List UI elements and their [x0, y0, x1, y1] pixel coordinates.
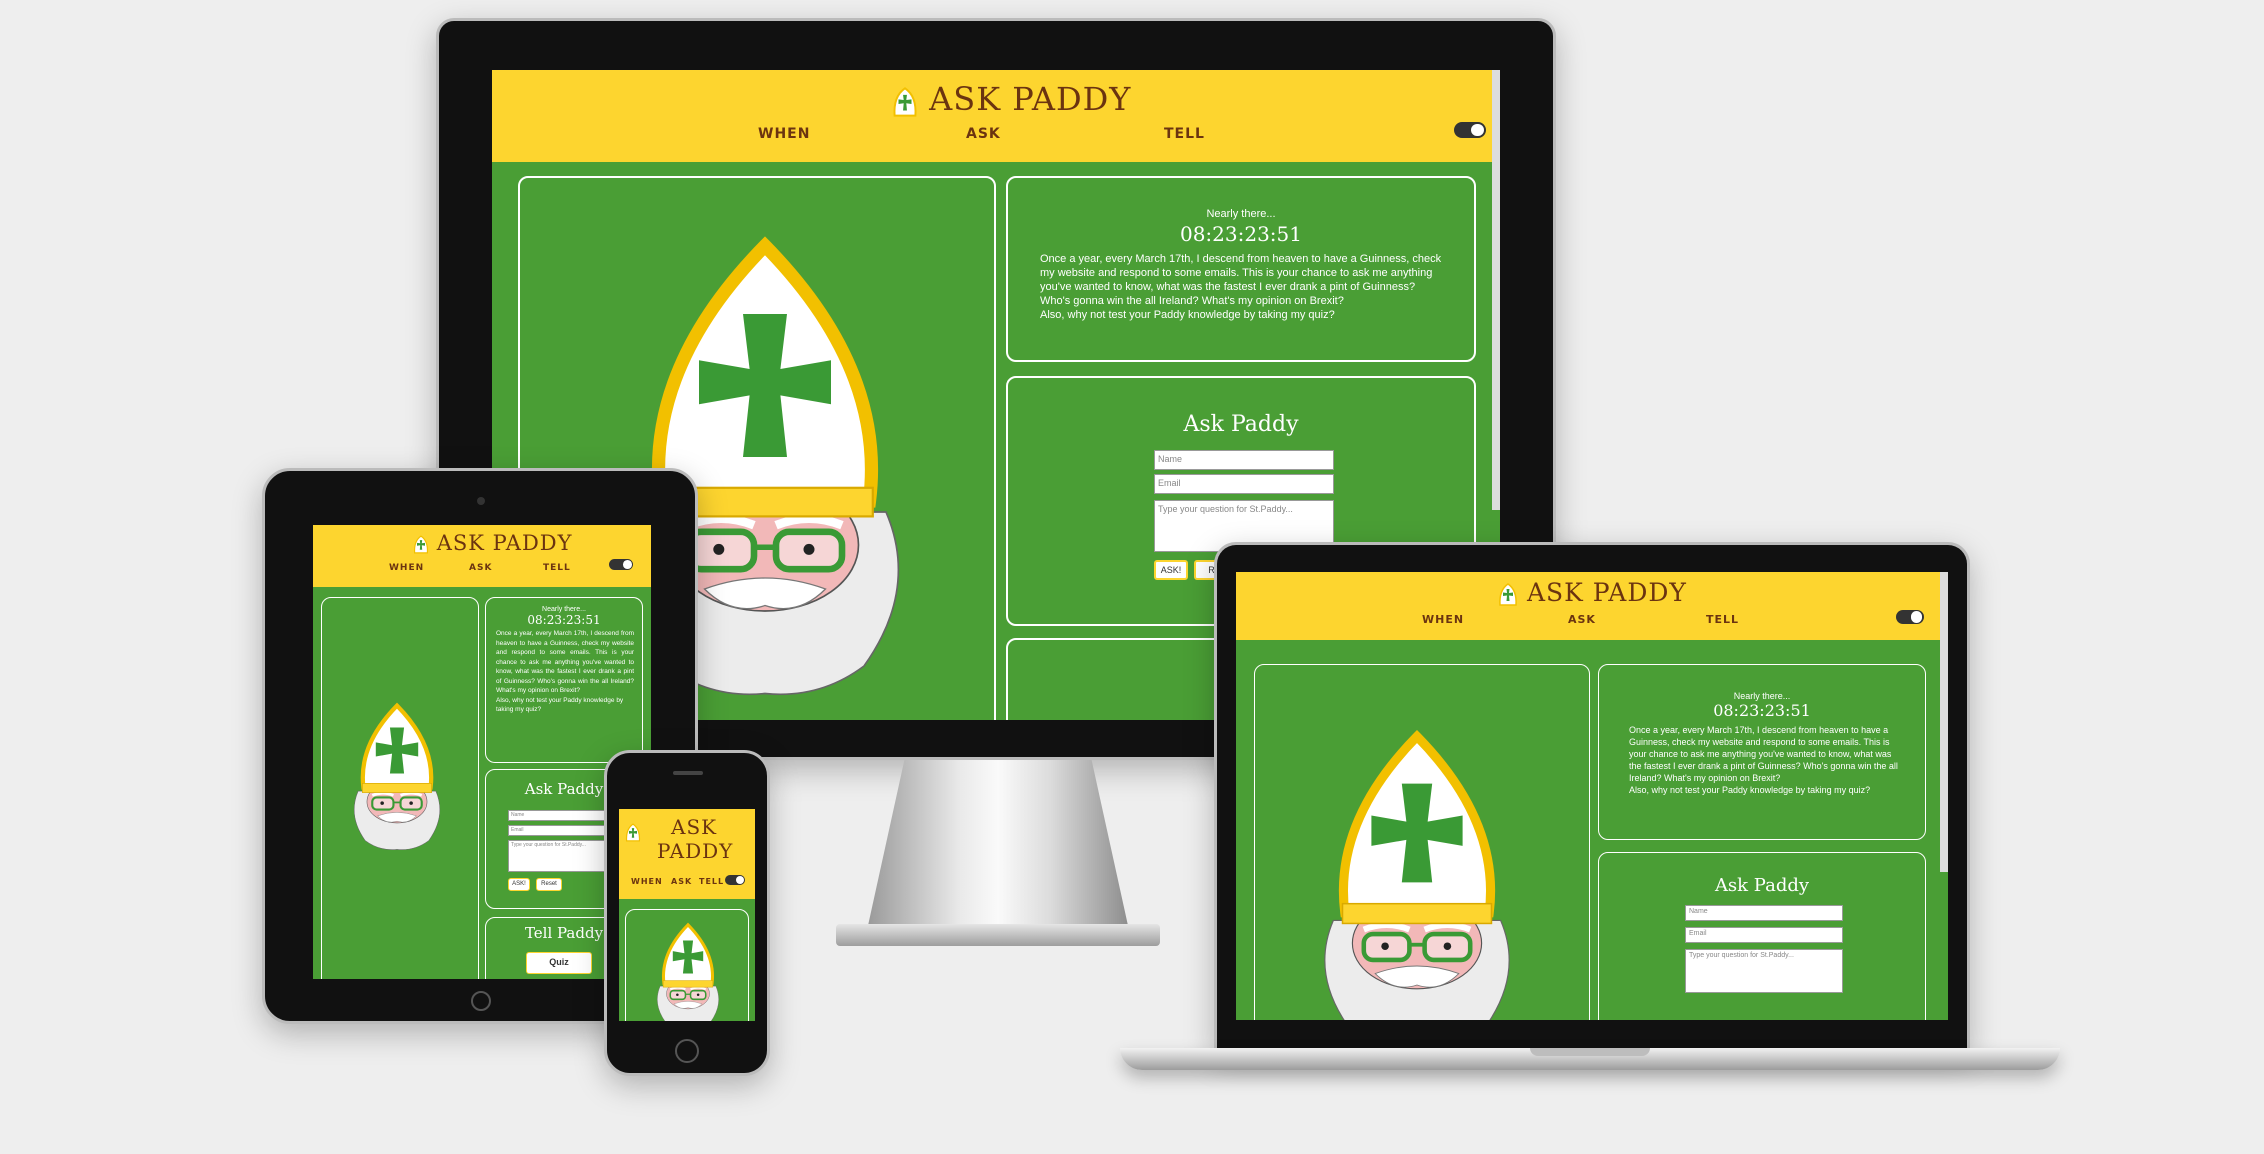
countdown-timer: 08:23:23:51: [1713, 701, 1811, 720]
laptop-hinge-notch: [1530, 1048, 1650, 1056]
monitor-stand-base: [836, 924, 1160, 946]
question-field[interactable]: Type your question for St.Paddy...: [508, 840, 612, 872]
st-patrick-bishop-illustration: [344, 702, 450, 852]
laptop-device: ASK PADDY WHEN ASK TELL Nearly there... …: [1120, 542, 2060, 1082]
ask-title: Ask Paddy: [1183, 412, 1299, 437]
tablet-screen: ASK PADDY WHEN ASK TELL Nearly there... …: [313, 525, 651, 979]
nav-ask[interactable]: ASK: [1568, 613, 1596, 626]
paddy-image-panel: [1254, 664, 1590, 1020]
tablet-home-button[interactable]: [471, 991, 491, 1011]
nav-tell[interactable]: TELL: [699, 877, 724, 886]
phone-device: ASK PADDY WHEN ASK TELL: [604, 750, 770, 1076]
laptop-scrollbar[interactable]: [1940, 572, 1948, 872]
when-panel: Nearly there... 08:23:23:51 Once a year,…: [485, 597, 643, 763]
toggle-switch-icon[interactable]: [725, 875, 745, 885]
paddy-image-panel: [321, 597, 479, 979]
monitor-stand-neck: [868, 760, 1128, 926]
phone-brand-line1[interactable]: ASK: [671, 815, 717, 839]
phone-speaker: [673, 771, 703, 775]
nav-when[interactable]: WHEN: [631, 877, 663, 886]
email-field[interactable]: Email: [508, 825, 612, 836]
shamrock-cross-logo-icon: [1498, 583, 1518, 606]
nav-ask[interactable]: ASK: [671, 877, 692, 886]
phone-screen: ASK PADDY WHEN ASK TELL: [619, 809, 755, 1021]
email-field[interactable]: Email: [1685, 927, 1843, 943]
name-field[interactable]: Name: [1154, 450, 1334, 470]
nav-when[interactable]: WHEN: [1422, 613, 1464, 626]
name-field[interactable]: Name: [1685, 905, 1843, 921]
shamrock-cross-logo-icon: [413, 535, 429, 554]
when-panel: Nearly there... 08:23:23:51 Once a year,…: [1006, 176, 1476, 362]
desktop-header: ASK PADDY WHEN ASK TELL: [492, 70, 1500, 162]
brand-title: ASK PADDY: [929, 80, 1132, 118]
phone-home-button[interactable]: [675, 1039, 699, 1063]
ask-title: Ask Paddy: [1714, 875, 1810, 896]
brand-title: ASK PADDY: [1526, 578, 1687, 607]
countdown-timer: 08:23:23:51: [527, 613, 601, 627]
tablet-header: ASK PADDY WHEN ASK TELL: [313, 525, 651, 587]
email-field[interactable]: Email: [1154, 474, 1334, 494]
intro-text: Once a year, every March 17th, I descend…: [1629, 725, 1898, 783]
st-patrick-bishop-illustration: [1303, 727, 1531, 1020]
toggle-switch-icon[interactable]: [609, 559, 633, 570]
st-patrick-bishop-illustration: [650, 922, 726, 1021]
shamrock-cross-logo-icon: [625, 823, 641, 842]
countdown-timer: 08:23:23:51: [1179, 222, 1302, 246]
question-field[interactable]: Type your question for St.Paddy...: [1685, 949, 1843, 993]
intro-quiz-text: Also, why not test your Paddy knowledge …: [1040, 309, 1335, 321]
toggle-switch-icon[interactable]: [1896, 610, 1924, 624]
ask-button[interactable]: ASK!: [508, 878, 530, 891]
tablet-brand[interactable]: ASK PADDY: [413, 531, 573, 555]
tablet-camera: [477, 497, 485, 505]
paddy-image-panel: [625, 909, 749, 1021]
nav-tell[interactable]: TELL: [1164, 126, 1205, 142]
countdown-label: Nearly there...: [1206, 208, 1276, 220]
nav-when[interactable]: WHEN: [389, 563, 424, 573]
laptop-screen: ASK PADDY WHEN ASK TELL Nearly there... …: [1236, 572, 1948, 1020]
countdown-label: Nearly there...: [542, 606, 586, 613]
nav-when[interactable]: WHEN: [758, 126, 810, 142]
desktop-scrollbar[interactable]: [1492, 70, 1500, 510]
intro-quiz-text: Also, why not test your Paddy knowledge …: [496, 696, 624, 714]
intro-text: Once a year, every March 17th, I descend…: [1040, 253, 1442, 307]
phone-brand-line2[interactable]: PADDY: [657, 839, 733, 863]
quiz-button[interactable]: Quiz: [526, 952, 592, 974]
countdown-label: Nearly there...: [1733, 691, 1791, 701]
shamrock-cross-logo-icon: [892, 87, 918, 117]
laptop-brand[interactable]: ASK PADDY: [1498, 578, 1687, 607]
ask-panel: Ask Paddy Name Email Type your question …: [1598, 852, 1926, 1020]
nav-ask[interactable]: ASK: [469, 563, 492, 573]
nav-tell[interactable]: TELL: [543, 563, 571, 573]
intro-quiz-text: Also, why not test your Paddy knowledge …: [1629, 785, 1871, 795]
nav-ask[interactable]: ASK: [966, 126, 1001, 142]
nav-tell[interactable]: TELL: [1706, 613, 1739, 626]
laptop-header: ASK PADDY WHEN ASK TELL: [1236, 572, 1948, 640]
when-panel: Nearly there... 08:23:23:51 Once a year,…: [1598, 664, 1926, 840]
phone-header: ASK PADDY WHEN ASK TELL: [619, 809, 755, 899]
brand-title: ASK PADDY: [436, 531, 573, 555]
toggle-switch-icon[interactable]: [1454, 122, 1486, 138]
desktop-brand[interactable]: ASK PADDY: [892, 80, 1131, 118]
intro-text: Once a year, every March 17th, I descend…: [496, 630, 634, 694]
name-field[interactable]: Name: [508, 810, 612, 821]
reset-button[interactable]: Reset: [536, 878, 562, 891]
